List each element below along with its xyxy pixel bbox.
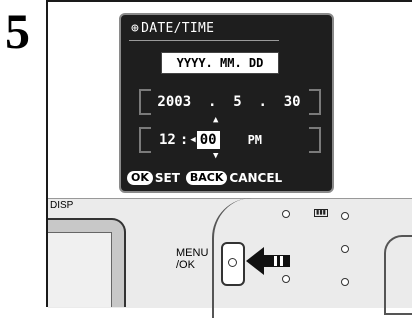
- camera-monitor-screen: [48, 232, 112, 307]
- lcd-screen: ⊕ DATE/TIME YYYY. MM. DD 2003 . 5 . 30 ▲…: [119, 13, 334, 193]
- indicator-led: [282, 210, 290, 218]
- date-bracket-right: [309, 89, 321, 115]
- indicator-led: [341, 278, 349, 286]
- down-arrow-icon: ▼: [213, 151, 219, 161]
- date-year[interactable]: 2003: [157, 91, 191, 113]
- menu-ok-button[interactable]: [221, 242, 245, 286]
- battery-icon: ▮▮▮: [314, 209, 328, 217]
- time-minute-selected[interactable]: 00: [196, 131, 220, 149]
- menu-label-line1: MENU: [176, 247, 209, 259]
- date-month[interactable]: 5: [233, 91, 241, 113]
- cancel-label: CANCEL: [229, 171, 283, 185]
- indicator-led: [341, 245, 349, 253]
- lcd-title: ⊕ DATE/TIME: [131, 21, 214, 36]
- lcd-title-text: DATE/TIME: [141, 21, 215, 36]
- date-row: 2003 . 5 . 30: [149, 91, 309, 113]
- right-panel-edge: [384, 235, 412, 315]
- date-format-option[interactable]: YYYY. MM. DD: [161, 52, 279, 74]
- lcd-button-guide: OK SET BACK CANCEL: [127, 171, 288, 185]
- date-separator: .: [207, 94, 217, 110]
- indicator-led: [341, 212, 349, 220]
- indicator-led: [282, 275, 290, 283]
- ok-button-icon: OK: [127, 171, 153, 185]
- time-row: 12 : ◀ 00 PM: [149, 129, 262, 151]
- step-number: 5: [5, 3, 30, 59]
- left-arrow-icon: ◀: [190, 135, 196, 145]
- title-divider: [129, 40, 279, 41]
- time-hour[interactable]: 12: [159, 129, 176, 151]
- time-bracket-right: [309, 127, 321, 153]
- date-separator: .: [258, 94, 267, 110]
- clock-icon: ⊕: [131, 21, 140, 36]
- time-separator: :: [179, 132, 189, 148]
- menu-label-line2: /OK: [176, 259, 195, 271]
- back-button-icon: BACK: [185, 171, 228, 185]
- set-label: SET: [154, 171, 180, 185]
- date-day[interactable]: 30: [284, 91, 301, 113]
- disp-label: DISP: [50, 200, 74, 211]
- time-ampm[interactable]: PM: [248, 129, 262, 151]
- up-arrow-icon: ▲: [213, 115, 219, 125]
- pointer-arrow-icon: [246, 247, 290, 275]
- menu-ok-label: MENU /OK: [176, 247, 208, 271]
- button-dot-icon: [228, 258, 237, 267]
